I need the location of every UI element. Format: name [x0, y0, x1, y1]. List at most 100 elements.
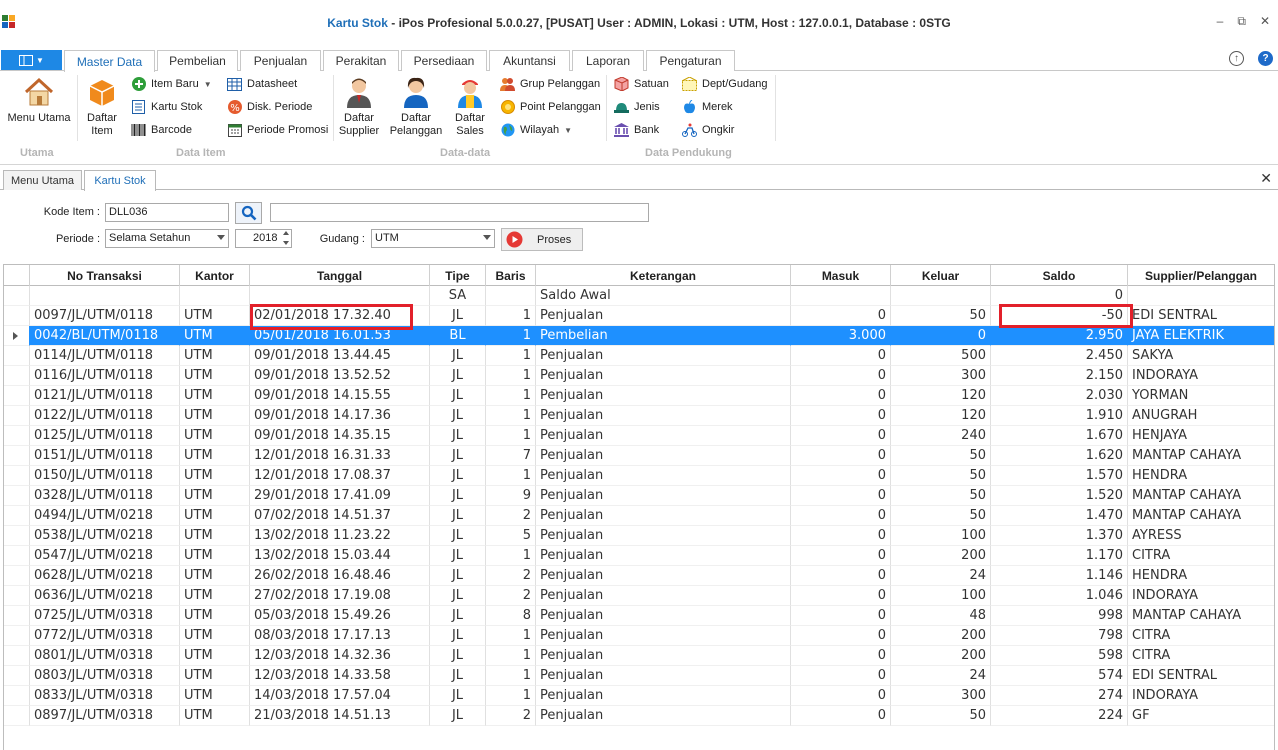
table-row[interactable]: 0125/JL/UTM/0118 UTM 09/01/2018 14.35.15 JL… — [4, 426, 1274, 446]
gudang-select[interactable]: UTM — [371, 229, 495, 248]
column-header-keterangan[interactable]: Keterangan — [536, 265, 791, 286]
cell-masuk: 0 — [791, 646, 891, 666]
cell-tanggal: 26/02/2018 16.48.46 — [250, 566, 430, 586]
column-header-keluar[interactable]: Keluar — [891, 265, 991, 286]
year-stepper[interactable]: 2018 — [235, 229, 292, 248]
table-row[interactable]: 0833/JL/UTM/0318 UTM 14/03/2018 17.57.04 JL… — [4, 686, 1274, 706]
table-row[interactable]: 0121/JL/UTM/0118 UTM 09/01/2018 14.15.55 JL… — [4, 386, 1274, 406]
daftar-sales-button[interactable]: Daftar Sales — [450, 76, 490, 138]
cell-supplier-pelanggan: EDI SENTRAL — [1128, 666, 1274, 686]
cell-tanggal: 21/03/2018 14.51.13 — [250, 706, 430, 726]
column-header-no-transaksi[interactable]: No Transaksi — [30, 265, 180, 286]
cell-keterangan: Penjualan — [536, 606, 791, 626]
doc-tab-menu-utama[interactable]: Menu Utama — [3, 170, 82, 190]
cell-tipe: JL — [430, 646, 486, 666]
app-menu-button[interactable]: ▼ — [1, 50, 62, 70]
table-row[interactable]: 0151/JL/UTM/0118 UTM 12/01/2018 16.31.33 JL… — [4, 446, 1274, 466]
cell-supplier-pelanggan: INDORAYA — [1128, 586, 1274, 606]
collapse-ribbon-icon[interactable]: ↑ — [1229, 51, 1244, 66]
proses-button[interactable]: Proses — [501, 228, 583, 251]
search-button[interactable] — [235, 202, 262, 224]
table-row[interactable]: 0150/JL/UTM/0118 UTM 12/01/2018 17.08.37 JL… — [4, 466, 1274, 486]
calendar-icon — [227, 123, 242, 138]
restore-icon[interactable]: ⧉ — [1237, 14, 1246, 29]
tab-perakitan[interactable]: Perakitan — [323, 50, 399, 71]
wilayah-button[interactable]: Wilayah ▼ — [500, 121, 572, 139]
periode-select[interactable]: Selama Setahun — [105, 229, 229, 248]
cell-kantor: UTM — [180, 706, 250, 726]
help-icon[interactable]: ? — [1258, 51, 1273, 66]
row-indicator — [4, 546, 30, 566]
group-label-data-item: Data Item — [176, 147, 226, 159]
column-header-tanggal[interactable]: Tanggal — [250, 265, 430, 286]
doc-tab-kartu-stok[interactable]: Kartu Stok — [84, 170, 156, 191]
table-row[interactable]: 0801/JL/UTM/0318 UTM 12/03/2018 14.32.36 JL… — [4, 646, 1274, 666]
table-row[interactable]: 0725/JL/UTM/0318 UTM 05/03/2018 15.49.26 JL… — [4, 606, 1274, 626]
item-baru-button[interactable]: Item Baru ▼ — [131, 75, 212, 93]
column-header-masuk[interactable]: Masuk — [791, 265, 891, 286]
cell-baris: 1 — [486, 466, 536, 486]
chevron-down-icon — [483, 235, 491, 240]
table-row[interactable]: 0328/JL/UTM/0118 UTM 29/01/2018 17.41.09 JL… — [4, 486, 1274, 506]
close-tab-icon[interactable]: ✕ — [1260, 170, 1272, 187]
cell-keterangan: Penjualan — [536, 426, 791, 446]
datasheet-button[interactable]: Datasheet — [227, 75, 297, 93]
table-row[interactable]: 0636/JL/UTM/0218 UTM 27/02/2018 17.19.08 JL… — [4, 586, 1274, 606]
daftar-supplier-button[interactable]: Daftar Supplier — [336, 76, 382, 138]
table-row[interactable]: 0628/JL/UTM/0218 UTM 26/02/2018 16.48.46 JL… — [4, 566, 1274, 586]
column-header-supplier-pelanggan[interactable]: Supplier/Pelanggan — [1128, 265, 1274, 286]
table-row[interactable]: 0547/JL/UTM/0218 UTM 13/02/2018 15.03.44 JL… — [4, 546, 1274, 566]
kartu-stok-button[interactable]: Kartu Stok — [131, 98, 202, 116]
tab-persediaan[interactable]: Persediaan — [401, 50, 487, 71]
table-row[interactable]: 0122/JL/UTM/0118 UTM 09/01/2018 14.17.36 JL… — [4, 406, 1274, 426]
table-row[interactable]: 0803/JL/UTM/0318 UTM 12/03/2018 14.33.58 JL… — [4, 666, 1274, 686]
cell-masuk: 0 — [791, 526, 891, 546]
disk-periode-button[interactable]: % Disk. Periode — [227, 98, 312, 116]
close-icon[interactable]: ✕ — [1260, 14, 1270, 29]
cell-tipe: JL — [430, 546, 486, 566]
table-row[interactable]: 0116/JL/UTM/0118 UTM 09/01/2018 13.52.52 JL… — [4, 366, 1274, 386]
tab-penjualan[interactable]: Penjualan — [240, 50, 321, 71]
row-indicator — [4, 286, 30, 306]
menu-utama-button[interactable]: Menu Utama — [4, 76, 74, 125]
table-row[interactable]: 0097/JL/UTM/0118 UTM 02/01/2018 17.32.40 JL… — [4, 306, 1274, 326]
merek-button[interactable]: Merek — [682, 98, 733, 116]
window-title: Kartu Stok - iPos Profesional 5.0.0.27, … — [327, 16, 951, 30]
table-row[interactable]: 0114/JL/UTM/0118 UTM 09/01/2018 13.44.45 JL… — [4, 346, 1274, 366]
cell-saldo: 1.146 — [991, 566, 1128, 586]
dept-gudang-button[interactable]: Dept/Gudang — [682, 75, 767, 93]
column-header-baris[interactable]: Baris — [486, 265, 536, 286]
periode-promosi-button[interactable]: Periode Promosi — [227, 121, 328, 139]
point-pelanggan-button[interactable]: Point Pelanggan — [500, 98, 601, 116]
table-row[interactable]: 0772/JL/UTM/0318 UTM 08/03/2018 17.17.13 JL… — [4, 626, 1274, 646]
jenis-button[interactable]: Jenis — [614, 98, 660, 116]
cell-keterangan: Pembelian — [536, 326, 791, 346]
satuan-button[interactable]: Satuan — [614, 75, 669, 93]
table-row[interactable]: 0042/BL/UTM/0118 UTM 05/01/2018 16.01.53 BL… — [4, 326, 1274, 346]
barcode-button[interactable]: Barcode — [131, 121, 192, 139]
grup-pelanggan-button[interactable]: Grup Pelanggan — [500, 75, 600, 93]
daftar-pelanggan-button[interactable]: Daftar Pelanggan — [388, 76, 444, 138]
kode-item-input[interactable]: DLL036 — [105, 203, 229, 222]
minimize-icon[interactable]: – — [1217, 14, 1224, 29]
column-header-tipe[interactable]: Tipe — [430, 265, 486, 286]
table-row[interactable]: 0494/JL/UTM/0218 UTM 07/02/2018 14.51.37 JL… — [4, 506, 1274, 526]
column-header-saldo[interactable]: Saldo — [991, 265, 1128, 286]
ongkir-button[interactable]: Ongkir — [682, 121, 734, 139]
table-row[interactable]: 0897/JL/UTM/0318 UTM 21/03/2018 14.51.13 JL… — [4, 706, 1274, 726]
cell-tanggal: 09/01/2018 14.17.36 — [250, 406, 430, 426]
document-tab-bar: Menu Utama Kartu Stok ✕ — [0, 168, 1278, 191]
cell-keluar — [891, 286, 991, 306]
tab-laporan[interactable]: Laporan — [572, 50, 644, 71]
tab-master-data[interactable]: Master Data — [64, 50, 155, 72]
bank-button[interactable]: Bank — [614, 121, 659, 139]
table-row[interactable]: 0538/JL/UTM/0218 UTM 13/02/2018 11.23.22 JL… — [4, 526, 1274, 546]
tab-pembelian[interactable]: Pembelian — [157, 50, 238, 71]
tab-akuntansi[interactable]: Akuntansi — [489, 50, 570, 71]
column-header-kantor[interactable]: Kantor — [180, 265, 250, 286]
cell-kantor: UTM — [180, 446, 250, 466]
cell-kantor: UTM — [180, 626, 250, 646]
daftar-item-button[interactable]: Daftar Item — [82, 76, 122, 138]
tab-pengaturan[interactable]: Pengaturan — [646, 50, 735, 71]
table-row[interactable]: SA Saldo Awal 0 — [4, 286, 1274, 306]
